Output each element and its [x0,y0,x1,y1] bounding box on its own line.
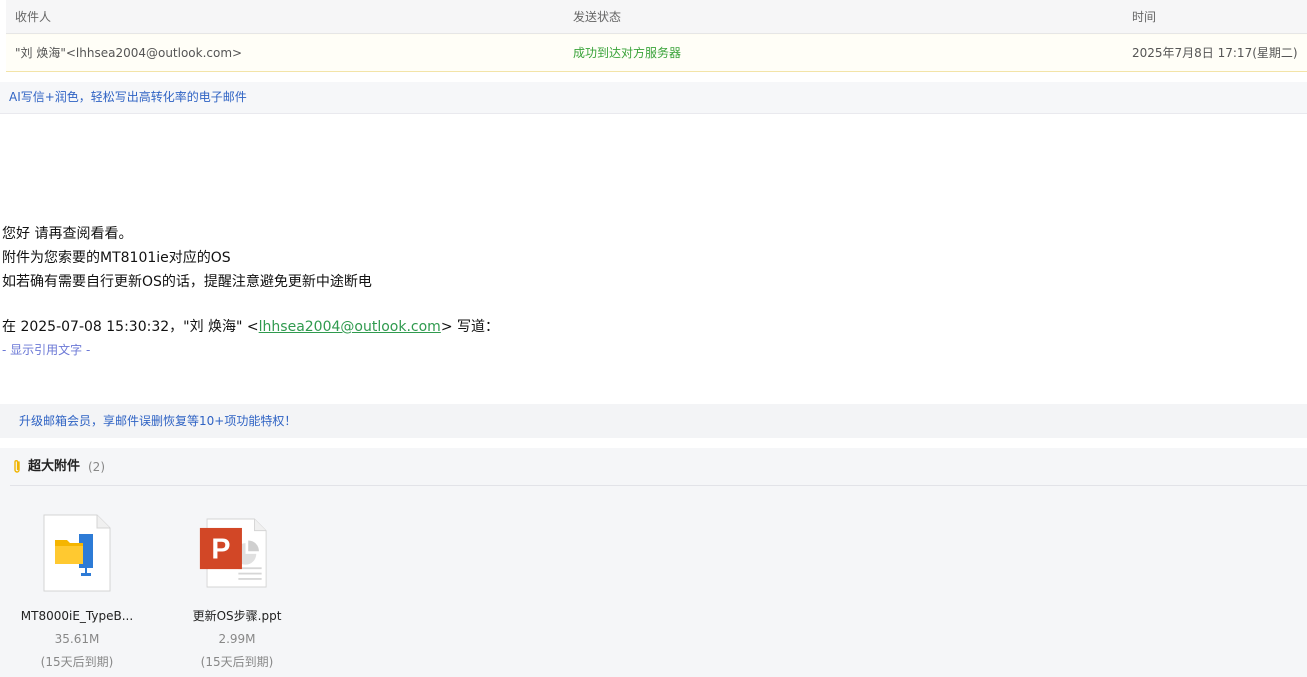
attachments-header: 超大附件 (2) [10,448,1307,486]
ai-writing-link[interactable]: AI写信+润色，轻松写出高转化率的电子邮件 [9,82,247,113]
attachment-name: 更新OS步骤.ppt [192,609,282,623]
attachment-item[interactable]: P 更新OS步骤.ppt 2.99M (15天后到期) [172,510,302,670]
attachments-section: 超大附件 (2) MT8000iE_TypeB... 35.61M (15天后到… [0,448,1307,677]
quote-email-link[interactable]: lhhsea2004@outlook.com [259,319,441,335]
status-table-header: 收件人 发送状态 时间 [6,0,1307,34]
ppt-file-icon: P [199,518,267,588]
quote-suffix: > 写道： [440,319,500,335]
body-line: 您好 请再查阅看看。 [2,226,133,242]
body-line: 如若确有需要自行更新OS的话，提醒注意避免更新中途断电 [2,274,372,290]
upgrade-banner: 升级邮箱会员，享邮件误删恢复等10+项功能特权！ [0,404,1307,438]
attachment-size: 2.99M [218,632,256,646]
attachment-expiry: (15天后到期) [200,655,274,669]
attachment-size: 35.61M [54,632,100,646]
paperclip-icon [14,460,20,473]
mail-body: 您好 请再查阅看看。 附件为您索要的MT8101ie对应的OS 如若确有需要自行… [2,222,372,294]
attachment-name: MT8000iE_TypeB... [20,609,134,623]
header-recipient: 收件人 [15,10,52,24]
quote-prefix: 在 2025-07-08 15:30:32，"刘 焕海" < [2,319,259,335]
table-row: "刘 焕海"<lhhsea2004@outlook.com> 成功到达对方服务器… [6,35,1307,71]
archive-file-icon [43,514,111,592]
delivery-status-table: 收件人 发送状态 时间 "刘 焕海"<lhhsea2004@outlook.co… [6,0,1307,72]
body-line: 附件为您索要的MT8101ie对应的OS [2,250,231,266]
attachments-count: (2) [88,460,105,474]
time-cell: 2025年7月8日 17:17(星期二) [1132,46,1298,60]
recipient-cell: "刘 焕海"<lhhsea2004@outlook.com> [15,46,243,60]
header-status: 发送状态 [573,10,622,24]
attachments-title: 超大附件 [28,459,81,474]
svg-text:P: P [211,533,230,565]
attachment-item[interactable]: MT8000iE_TypeB... 35.61M (15天后到期) [12,510,142,670]
show-quote-toggle[interactable]: - 显示引用文字 - [2,340,90,360]
ai-writing-banner: AI写信+润色，轻松写出高转化率的电子邮件 [0,82,1307,114]
quote-header: 在 2025-07-08 15:30:32，"刘 焕海" <lhhsea2004… [2,316,499,338]
attachment-expiry: (15天后到期) [40,655,114,669]
status-cell: 成功到达对方服务器 [573,46,682,60]
header-time: 时间 [1132,10,1157,24]
upgrade-link[interactable]: 升级邮箱会员，享邮件误删恢复等10+项功能特权！ [19,404,296,438]
